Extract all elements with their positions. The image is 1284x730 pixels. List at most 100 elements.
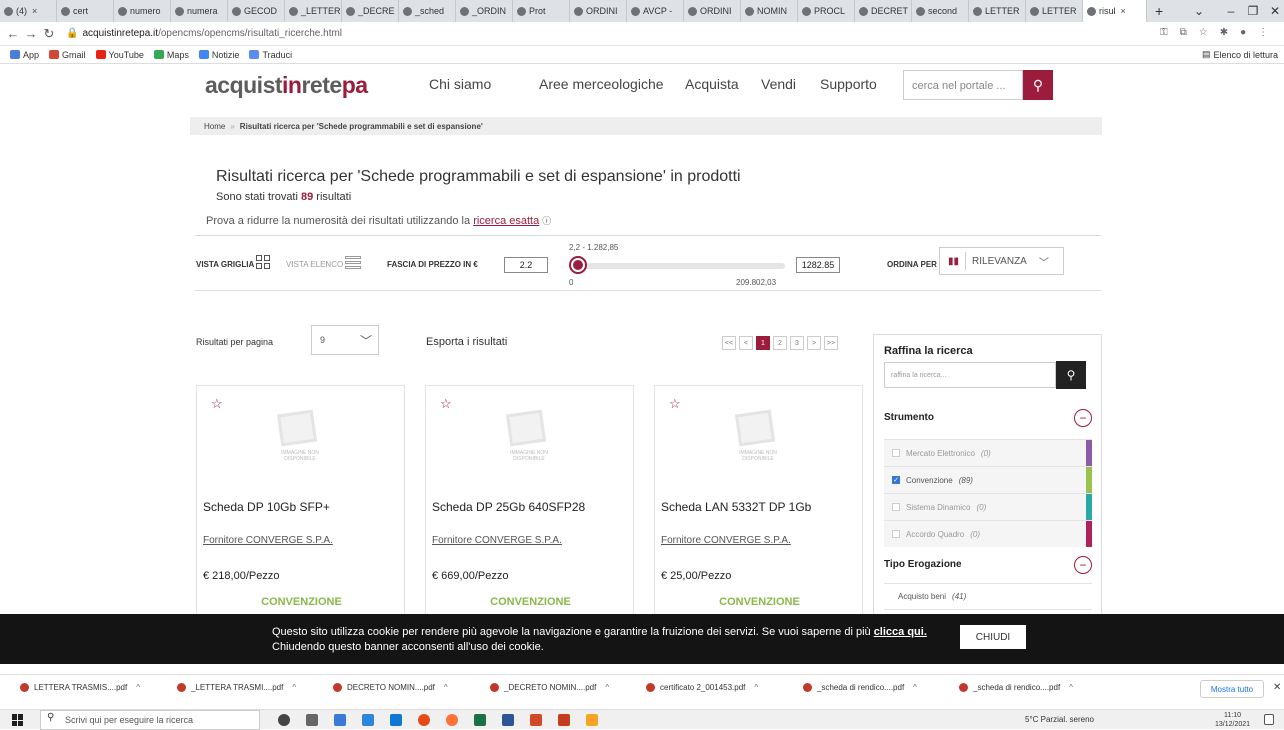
chrome-icon[interactable] [418,714,430,726]
browser-tab[interactable]: (4) × [0,0,57,22]
checkbox[interactable] [892,530,900,538]
price-slider-handle[interactable] [569,256,587,274]
tab-close-icon[interactable]: × [1121,6,1126,16]
checkbox[interactable] [892,449,900,457]
sort-select[interactable]: ▮▮ RILEVANZA ﹀ [939,247,1064,275]
browser-tab[interactable]: _ORDIN [456,0,513,22]
price-min-input[interactable]: 2.2 [504,257,548,273]
extensions-icon[interactable]: ✱ [1220,27,1228,38]
word-icon[interactable] [502,714,514,726]
browser-tab[interactable]: risul × [1083,0,1147,22]
grid-view-label[interactable]: VISTA GRIGLIA [196,260,254,269]
list-view-icon[interactable] [345,256,361,269]
bookmark-youtube[interactable]: YouTube [95,50,144,60]
browser-tab[interactable]: PROCL [798,0,855,22]
back-icon[interactable]: ← [4,26,22,41]
exact-search-link[interactable]: ricerca esatta [473,215,539,227]
star-bookmark-icon[interactable]: ☆ [1199,27,1208,38]
filter-option[interactable]: Acquisto beni (41) [884,583,1092,610]
task-view-icon[interactable] [306,714,318,726]
nav-acquista[interactable]: Acquista [685,76,739,92]
mail-icon[interactable] [390,714,402,726]
tab-close-icon[interactable]: × [32,6,37,16]
nav-supporto[interactable]: Supporto [820,76,877,92]
close-window-icon[interactable]: ✕ [1258,0,1284,22]
share-icon[interactable]: ⧉ [1180,27,1187,38]
pager-first[interactable]: << [722,336,736,350]
browser-tab[interactable]: second [912,0,969,22]
pager-prev[interactable]: < [739,336,753,350]
site-logo[interactable]: acquistinretepa [205,72,368,99]
chevron-up-icon[interactable]: ^ [444,683,448,692]
browser-tab[interactable]: LETTER [1026,0,1083,22]
export-results-link[interactable]: Esporta i risultati [426,336,507,348]
filter-option[interactable]: Sistema Dinamico (0) [884,493,1092,520]
browser-tab[interactable]: _LETTER [285,0,342,22]
pager-page-1[interactable]: 1 [756,336,770,350]
chevron-up-icon[interactable]: ^ [292,683,296,692]
app-icon[interactable] [530,714,542,726]
nav-chi-siamo[interactable]: Chi siamo [429,76,491,92]
clock[interactable]: 11:10 13/12/2021 [1215,711,1250,729]
windows-start-icon[interactable] [12,714,24,726]
browser-tab[interactable]: NOMIN [741,0,798,22]
bookmark-apps[interactable]: App [10,50,39,60]
url-field[interactable]: 🔒 acquistinretepa.it/opencms/opencms/risu… [66,28,342,39]
refine-search-input[interactable]: raffina la ricerca... [884,362,1056,388]
pager-next[interactable]: > [807,336,821,350]
browser-tab[interactable]: numero [114,0,171,22]
chevron-up-icon[interactable]: ^ [136,683,140,692]
new-tab-button[interactable]: + [1147,3,1171,19]
favorite-star-icon[interactable]: ☆ [211,396,223,412]
download-item[interactable]: _scheda di rendico....pdf ^ [959,683,1073,692]
browser-tab[interactable]: _sched [399,0,456,22]
browser-tab[interactable]: cert [57,0,114,22]
close-icon[interactable]: ✕ [1273,682,1281,693]
grid-view-icon[interactable] [256,255,270,269]
checkbox[interactable] [892,503,900,511]
browser-tab[interactable]: _DECRE [342,0,399,22]
browser-tab[interactable]: GECOD [228,0,285,22]
collapse-minus-icon[interactable]: − [1074,556,1092,574]
chevron-up-icon[interactable]: ^ [605,683,609,692]
product-card[interactable]: ☆ IMMAGINE NON DISPONIBILE Scheda DP 10G… [196,385,405,614]
bookmark-translate[interactable]: Traduci [249,50,292,60]
browser-tab[interactable]: ORDINI [684,0,741,22]
cookie-close-button[interactable]: CHIUDI [960,625,1026,649]
price-slider-track[interactable] [573,263,785,269]
key-icon[interactable]: ⚿ [1160,27,1168,38]
nav-vendi[interactable]: Vendi [761,76,796,92]
tab-search-icon[interactable]: ⌄ [1182,0,1216,22]
download-item[interactable]: DECRETO NOMIN....pdf ^ [333,683,448,692]
menu-icon[interactable]: ⋮ [1258,27,1268,38]
app-icon[interactable] [586,714,598,726]
product-name[interactable]: Scheda DP 10Gb SFP+ [203,500,330,514]
browser-tab[interactable]: Prot [513,0,570,22]
product-supplier[interactable]: Fornitore CONVERGE S.P.A. [661,535,791,546]
notifications-icon[interactable] [1264,714,1274,725]
favorite-star-icon[interactable]: ☆ [669,396,681,412]
show-all-button[interactable]: Mostra tutto [1200,680,1264,698]
browser-tab[interactable]: AVCP - [627,0,684,22]
forward-icon[interactable]: → [22,26,40,41]
bookmark-maps[interactable]: Maps [153,50,189,60]
weather-widget[interactable]: 5°C Parzial. sereno [1025,715,1094,724]
browser-tab[interactable]: ORDINI [570,0,627,22]
reload-icon[interactable]: ↻ [40,26,58,42]
taskbar-search[interactable]: Scrivi qui per eseguire la ricerca [40,710,260,730]
checkbox-checked[interactable]: ✓ [892,476,900,484]
nav-aree[interactable]: Aree merceologiche [539,76,664,92]
browser-tab[interactable]: numera [171,0,228,22]
filter-option[interactable]: Mercato Elettronico (0) [884,439,1092,466]
collapse-minus-icon[interactable]: − [1074,409,1092,427]
list-view-label[interactable]: VISTA ELENCO [286,260,343,269]
filter-option[interactable]: Accordo Quadro (0) [884,520,1092,547]
pager-last[interactable]: >> [824,336,838,350]
calendar-icon[interactable] [334,714,346,726]
per-page-select[interactable]: 9 ﹀ [311,325,379,355]
product-name[interactable]: Scheda LAN 5332T DP 1Gb [661,500,811,514]
store-icon[interactable] [362,714,374,726]
browser-tab[interactable]: DECRET [855,0,912,22]
bookmark-gmail[interactable]: Gmail [49,50,86,60]
excel-icon[interactable] [474,714,486,726]
